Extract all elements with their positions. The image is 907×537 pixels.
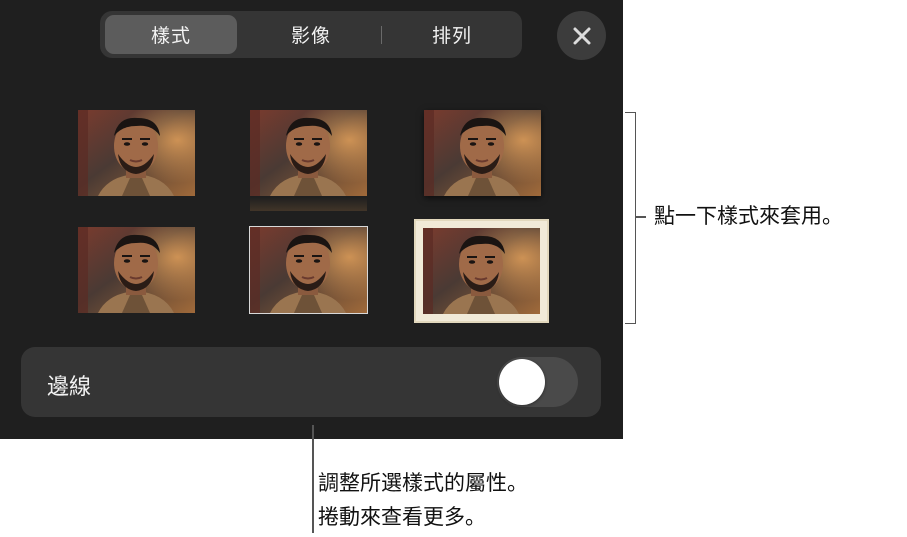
border-toggle[interactable]: [497, 357, 578, 407]
style-thumbnail-plain[interactable]: [78, 110, 195, 196]
style-thumbnail-cream-frame[interactable]: [414, 219, 549, 323]
callout-line-2: 捲動來查看更多。: [318, 505, 486, 529]
tab-divider: [381, 26, 382, 44]
close-button[interactable]: [557, 11, 606, 60]
style-thumbnail-thin-border[interactable]: [249, 226, 368, 314]
border-setting-row: 邊線: [21, 347, 601, 417]
photo-format-panel: 樣式 影像 排列 邊線: [0, 0, 623, 439]
tab-image[interactable]: 影像: [245, 15, 377, 54]
style-thumbnail-plain-2[interactable]: [78, 227, 195, 313]
bracket-tick: [636, 216, 646, 218]
styles-bracket: [625, 112, 636, 324]
callout-leader-line: [312, 425, 314, 533]
border-label: 邊線: [47, 375, 92, 400]
tab-style[interactable]: 樣式: [105, 15, 237, 54]
style-thumbnail-shadow[interactable]: [424, 110, 541, 196]
style-thumbnail-reflection[interactable]: [250, 110, 367, 196]
callout-adjust-style: 調整所選樣式的屬性。 捲動來查看更多。: [318, 466, 528, 534]
reflection-effect: [250, 197, 367, 211]
close-icon: [573, 27, 590, 44]
tab-arrange[interactable]: 排列: [386, 15, 518, 54]
callout-line-1: 調整所選樣式的屬性。: [318, 471, 528, 495]
format-tab-bar: 樣式 影像 排列: [100, 11, 522, 58]
toggle-knob: [499, 359, 545, 405]
callout-apply-style: 點一下樣式來套用。: [654, 204, 843, 228]
